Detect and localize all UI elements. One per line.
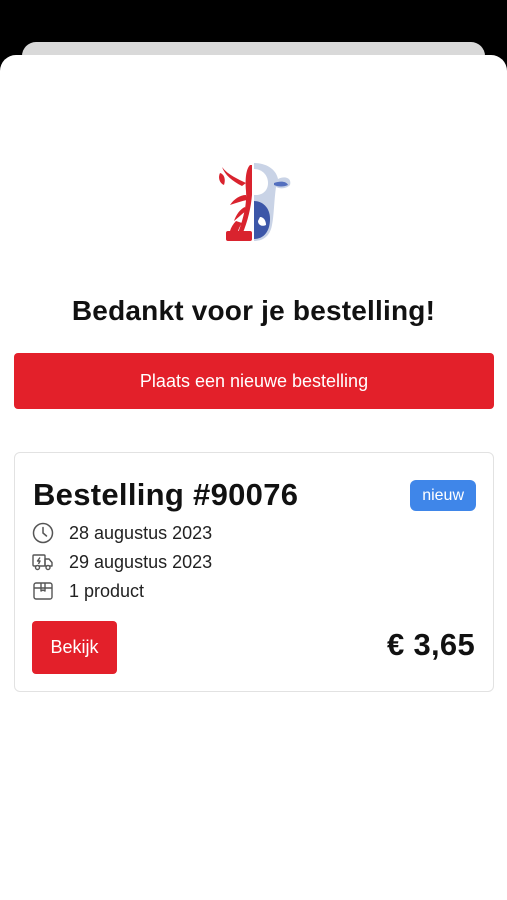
- delivery-date: 29 augustus 2023: [69, 551, 213, 572]
- order-date: 28 augustus 2023: [69, 522, 213, 543]
- order-title: Bestelling #90076: [33, 477, 299, 512]
- package-icon: [31, 579, 55, 603]
- view-order-button[interactable]: Bekijk: [32, 621, 117, 674]
- delivery-date-row: 29 augustus 2023: [31, 550, 212, 574]
- delivery-truck-icon: [31, 550, 55, 574]
- lobster-cow-logo-icon: [216, 161, 292, 243]
- product-count: 1 product: [69, 580, 145, 601]
- order-date-row: 28 augustus 2023: [31, 521, 212, 545]
- place-new-order-button[interactable]: Plaats een nieuwe bestelling: [14, 353, 494, 409]
- product-count-row: 1 product: [31, 579, 144, 603]
- thank-you-heading: Bedankt voor je bestelling!: [71, 295, 436, 326]
- order-total: € 3,65: [387, 627, 475, 662]
- order-card: Bestelling #90076 nieuw 28 augustus 2023: [14, 452, 494, 692]
- modal-sheet: Bedankt voor je bestelling! Plaats een n…: [0, 55, 507, 900]
- status-badge: nieuw: [410, 480, 476, 511]
- clock-icon: [31, 521, 55, 545]
